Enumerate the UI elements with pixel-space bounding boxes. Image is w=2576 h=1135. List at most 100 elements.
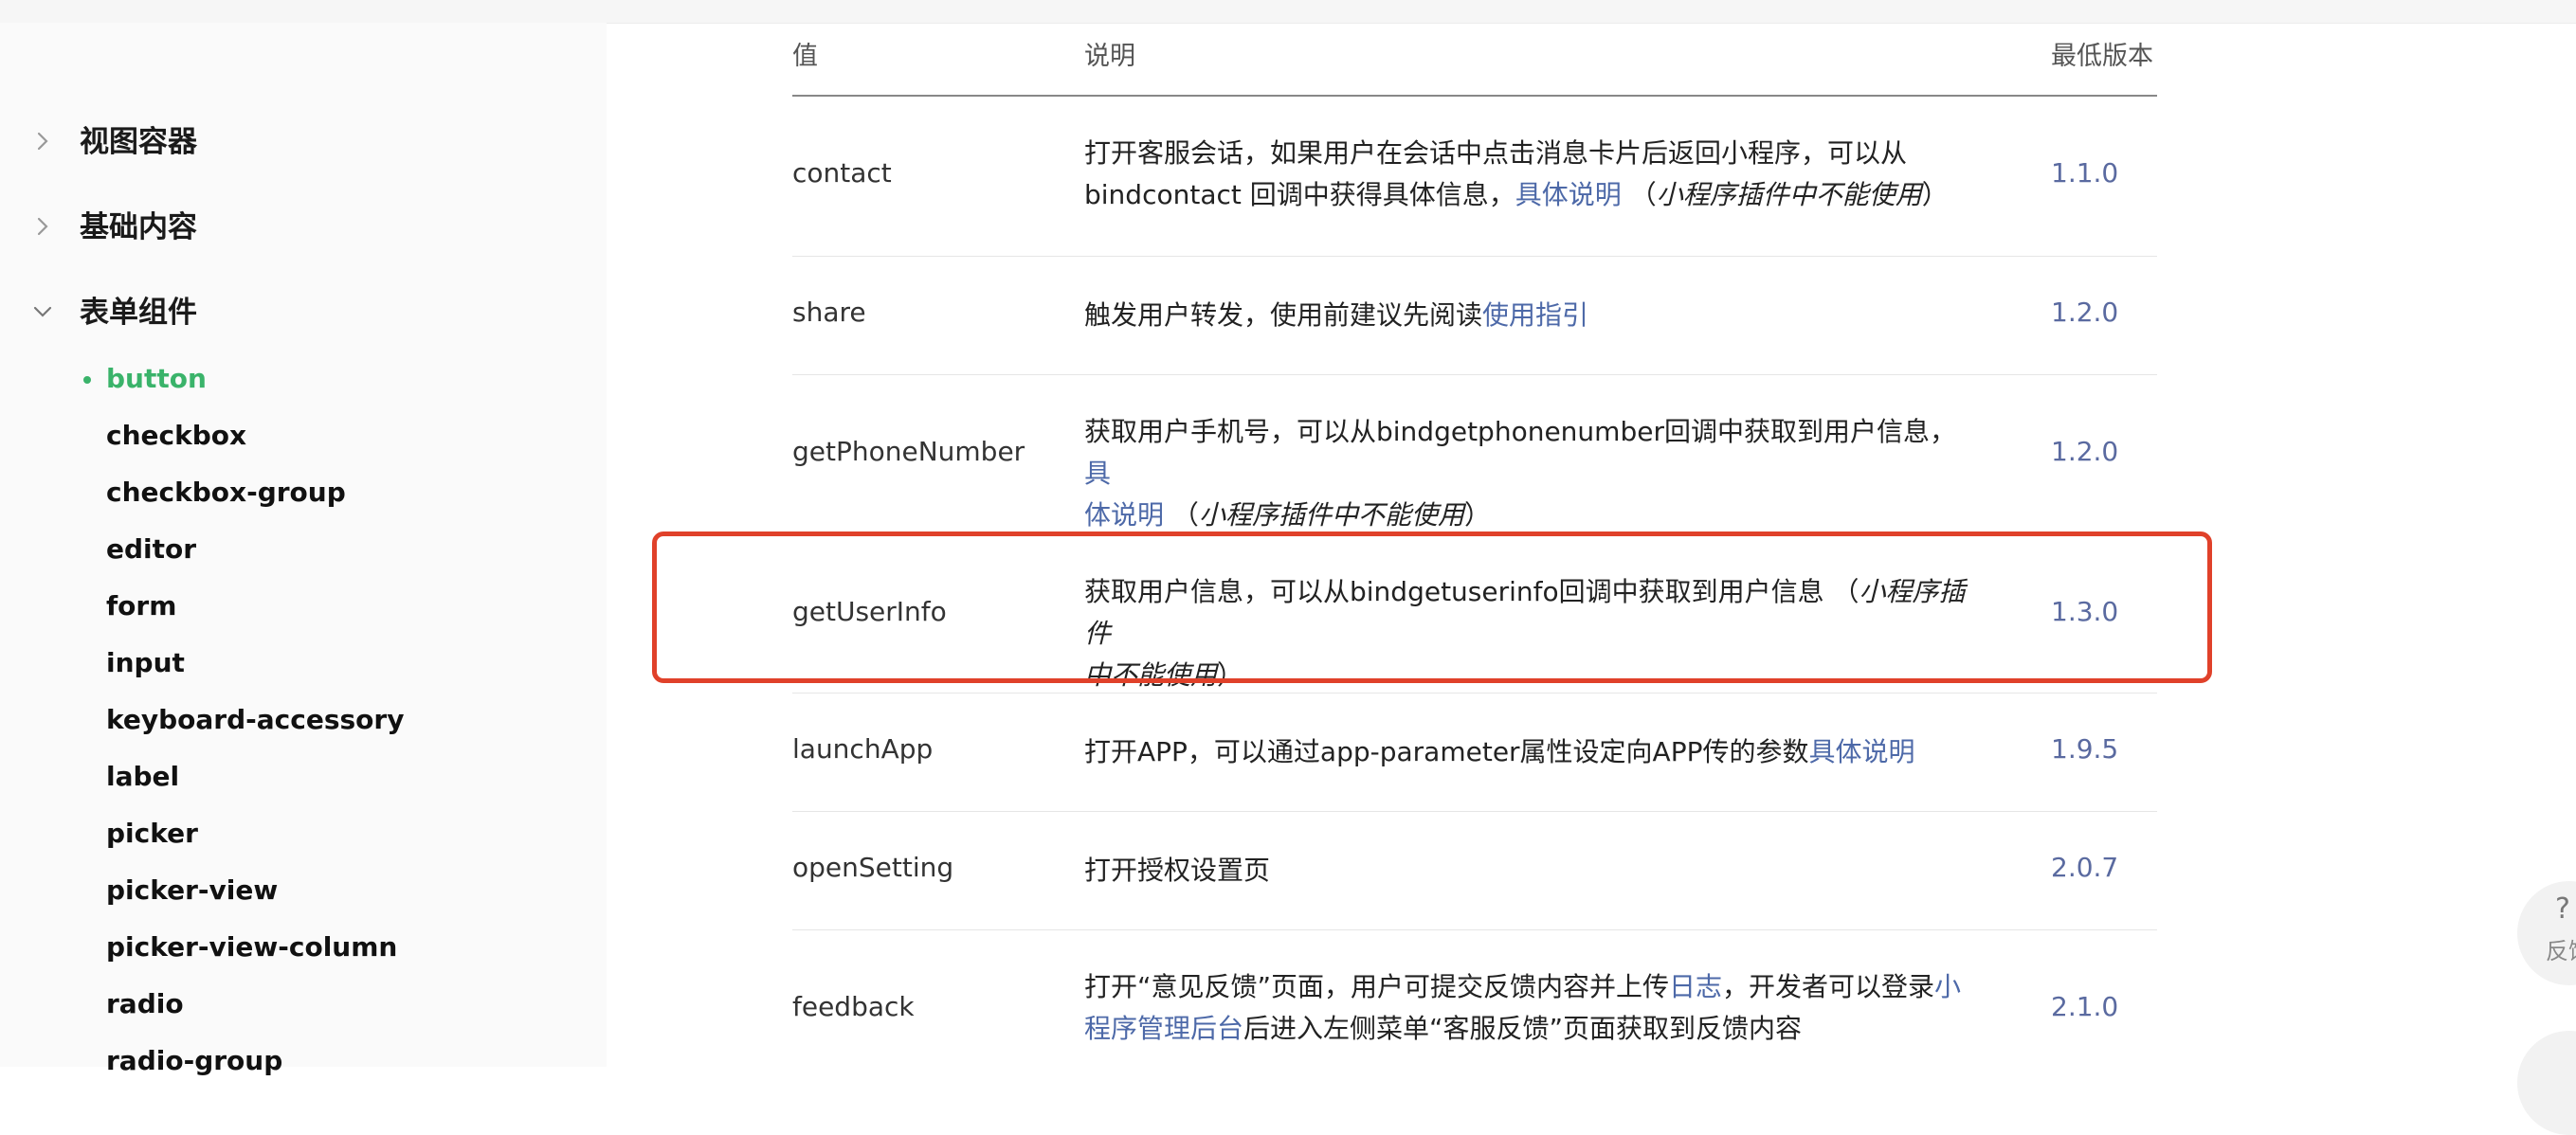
sidebar-item-picker[interactable]: picker [106,807,198,860]
note-close: ） [1921,179,1949,210]
column-header-value: 值 [792,42,818,71]
cell-description: 获取用户信息，可以从bindgetuserinfo回调中获取到用户信息 （小程序… [1084,571,1975,696]
sidebar-item-label: checkbox-group [106,477,346,508]
desc-text: bindcontact 回调中获得具体信息， [1084,179,1515,210]
cell-value: share [792,297,866,328]
table-row: getUserInfo 获取用户信息，可以从bindgetuserinfo回调中… [792,535,2157,694]
cell-value: getPhoneNumber [792,436,1025,467]
sidebar-section-label: 视图容器 [80,125,197,159]
table-header: 值 说明 最低版本 [792,23,2157,97]
sidebar-item-label: radio [106,988,184,1019]
note-close: ） [1217,659,1244,691]
sidebar-item-radio[interactable]: radio [106,978,184,1031]
cell-version: 1.2.0 [2051,297,2119,328]
cell-value: feedback [792,991,915,1022]
cell-value: launchApp [792,733,934,765]
sidebar-item-label-component[interactable]: label [106,750,179,803]
desc-line: 获取用户信息，可以从bindgetuserinfo回调中获取到用户信息 （小程序… [1084,571,1975,655]
desc-text: 打开“意见反馈”页面，用户可提交反馈内容并上传 [1084,971,1670,1002]
cell-description: 打开APP，可以通过app-parameter属性设定向APP传的参数具体说明 [1084,731,1975,773]
sidebar-item-label: editor [106,533,197,565]
desc-text: 获取用户手机号，可以从bindgetphonenumber回调中获取到用户信息， [1084,416,1956,447]
cell-description: 打开客服会话，如果用户在会话中点击消息卡片后返回小程序，可以从 bindcont… [1084,133,1975,216]
sidebar-item-label: checkbox [106,420,247,451]
sidebar-section-label: 表单组件 [80,296,197,330]
note-close: ） [1463,499,1491,531]
cell-description: 获取用户手机号，可以从bindgetphonenumber回调中获取到用户信息，… [1084,411,1975,536]
top-bar [0,0,2576,24]
table-row: openSetting 打开授权设置页 2.0.7 [792,812,2157,930]
desc-line: 获取用户手机号，可以从bindgetphonenumber回调中获取到用户信息，… [1084,411,1975,495]
desc-line: 中不能使用） [1084,655,1975,696]
chevron-down-icon [28,297,57,326]
note-italic: 小程序插件中不能使用 [1656,179,1922,210]
desc-text: 打开授权设置页 [1084,855,1271,886]
cell-value: contact [792,157,892,189]
desc-text: 打开APP，可以通过app-parameter属性设定向APP传的参数 [1084,736,1809,767]
sidebar-item-checkbox-group[interactable]: checkbox-group [106,466,346,519]
column-header-version: 最低版本 [2051,42,2153,71]
table-row: getPhoneNumber 获取用户手机号，可以从bindgetphonenu… [792,375,2157,535]
feedback-label: 反馈 [2546,938,2576,964]
details-link[interactable]: 体说明 [1084,499,1164,531]
sidebar-item-label: radio-group [106,1045,283,1076]
chevron-right-icon [28,127,57,155]
float-button[interactable] [2517,1031,2576,1135]
table-row: launchApp 打开APP，可以通过app-parameter属性设定向AP… [792,694,2157,812]
note-italic: 中不能使用 [1084,659,1218,691]
sidebar-section-form-components[interactable]: 表单组件 [0,284,569,341]
sidebar-item-picker-view-column[interactable]: picker-view-column [106,921,397,974]
admin-console-link[interactable]: 小 [1934,971,1961,1002]
sidebar-section-basic-content[interactable]: 基础内容 [0,199,569,256]
column-header-desc: 说明 [1084,42,1135,71]
usage-guide-link[interactable]: 使用指引 [1482,299,1588,331]
question-icon: ? [2555,892,2570,926]
desc-line: bindcontact 回调中获得具体信息，具体说明 （小程序插件中不能使用） [1084,174,1975,216]
sidebar-item-keyboard-accessory[interactable]: keyboard-accessory [106,694,404,747]
sidebar-item-editor[interactable]: editor [106,523,196,576]
note-open: （ [1629,179,1657,210]
desc-line: 体说明 （小程序插件中不能使用） [1084,495,1975,536]
cell-version: 1.3.0 [2051,596,2119,627]
cell-version: 1.1.0 [2051,157,2119,189]
desc-text: 触发用户转发，使用前建议先阅读 [1084,299,1483,331]
desc-text: ，开发者可以登录 [1722,971,1935,1002]
sidebar-item-label: picker-view [106,874,279,906]
sidebar-item-form[interactable]: form [106,580,176,633]
sidebar-item-label: button [106,363,207,394]
sidebar-item-picker-view[interactable]: picker-view [106,864,278,917]
cell-description: 打开“意见反馈”页面，用户可提交反馈内容并上传日志，开发者可以登录小 程序管理后… [1084,966,1975,1050]
sidebar-section-view-container[interactable]: 视图容器 [0,114,569,171]
sidebar-item-label: label [106,761,180,792]
table-row: contact 打开客服会话，如果用户在会话中点击消息卡片后返回小程序，可以从 … [792,97,2157,257]
log-link[interactable]: 日志 [1669,971,1722,1002]
cell-version: 2.1.0 [2051,991,2119,1022]
desc-text: 后进入左侧菜单“客服反馈”页面获取到反馈内容 [1243,1013,1803,1044]
desc-text: 获取用户信息，可以从bindgetuserinfo回调中获取到用户信息 （ [1084,576,1859,607]
sidebar-item-button[interactable]: button [83,352,207,405]
details-link[interactable]: 具体说明 [1808,736,1914,767]
details-link[interactable]: 具体说明 [1515,179,1622,210]
sidebar-item-input[interactable]: input [106,637,185,690]
sidebar-item-label: picker [106,818,198,849]
cell-description: 打开授权设置页 [1084,850,1975,892]
desc-line: 打开“意见反馈”页面，用户可提交反馈内容并上传日志，开发者可以登录小 [1084,966,1975,1008]
table-row: share 触发用户转发，使用前建议先阅读使用指引 1.2.0 [792,257,2157,375]
sidebar: 视图容器 基础内容 表单组件 button checkbox checkbox-… [0,23,607,1076]
sidebar-item-label: picker-view-column [106,931,398,963]
sidebar-item-label: input [106,647,185,678]
details-link[interactable]: 具 [1084,458,1111,489]
cell-version: 1.2.0 [2051,436,2119,467]
sidebar-item-radio-group[interactable]: radio-group [106,1035,282,1088]
note-open: （ [1171,499,1199,531]
feedback-float-button[interactable]: ? 反馈 [2517,881,2576,985]
sidebar-item-label: form [106,590,177,622]
desc-line: 打开客服会话，如果用户在会话中点击消息卡片后返回小程序，可以从 [1084,137,1908,169]
note-italic: 小程序插件中不能使用 [1198,499,1464,531]
table-row: feedback 打开“意见反馈”页面，用户可提交反馈内容并上传日志，开发者可以… [792,930,2157,1091]
admin-console-link[interactable]: 程序管理后台 [1084,1013,1243,1044]
cell-version: 1.9.5 [2051,733,2119,765]
active-dot-icon [83,376,91,384]
sidebar-item-checkbox[interactable]: checkbox [106,409,246,462]
chevron-right-icon [28,212,57,241]
